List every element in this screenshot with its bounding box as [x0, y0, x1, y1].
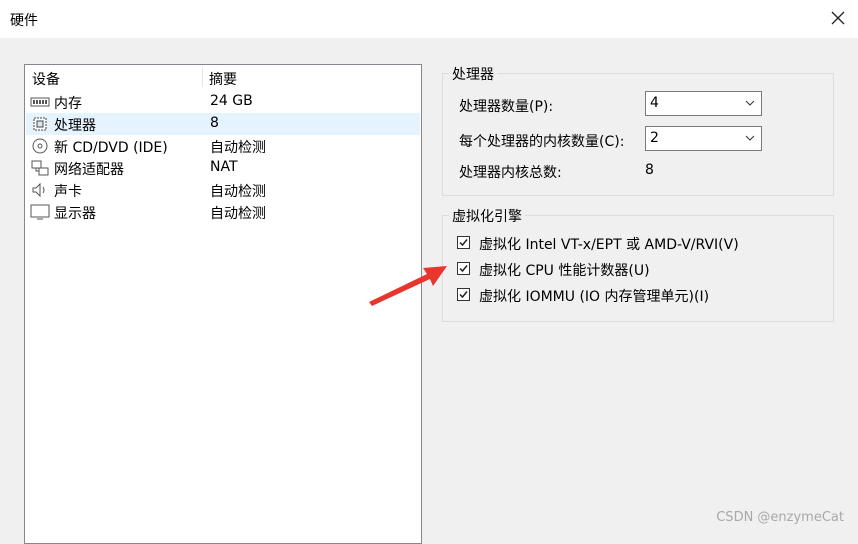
device-row-memory[interactable]: 内存 24 GB — [26, 91, 420, 113]
processors-group: 处理器 处理器数量(P): 4 每个处理器的内核数量(C): 2 处理器内核总数… — [442, 64, 834, 196]
device-name: 网络适配器 — [54, 162, 124, 178]
device-summary: 自动检测 — [210, 140, 266, 156]
device-summary: 24 GB — [210, 93, 253, 109]
cd-dvd-icon — [32, 138, 48, 154]
processors-legend: 处理器 — [449, 64, 497, 84]
checkmark-icon — [459, 265, 468, 273]
device-summary: 自动检测 — [210, 206, 266, 222]
device-name: 处理器 — [54, 118, 96, 134]
device-summary: 8 — [210, 115, 219, 131]
device-name: 显示器 — [54, 206, 96, 222]
total-cores-value: 8 — [645, 162, 654, 178]
processor-count-value: 4 — [650, 95, 659, 111]
checkmark-icon — [459, 239, 468, 247]
processor-icon — [33, 117, 47, 131]
close-icon[interactable] — [826, 6, 850, 30]
virtualize-iommu-checkbox[interactable] — [457, 288, 470, 301]
device-row-display[interactable]: 显示器 自动检测 — [26, 201, 420, 223]
processor-count-select[interactable]: 4 — [645, 91, 762, 116]
title-bar: 硬件 — [0, 0, 858, 38]
cores-per-processor-select[interactable]: 2 — [645, 126, 762, 151]
virtualization-engine-group: 虚拟化引擎 虚拟化 Intel VT-x/EPT 或 AMD-V/RVI(V) … — [442, 206, 834, 322]
column-divider[interactable] — [202, 67, 203, 87]
device-name: 声卡 — [54, 184, 82, 200]
virtualize-iommu-label: 虚拟化 IOMMU (IO 内存管理单元)(I) — [479, 289, 710, 305]
memory-icon — [30, 97, 50, 107]
speaker-icon — [32, 182, 45, 198]
watermark: CSDN @enzymeCat — [716, 510, 844, 525]
virtualize-vtx-checkbox[interactable] — [457, 236, 470, 249]
annotation-arrow-icon — [369, 266, 447, 306]
column-header-summary[interactable]: 摘要 — [209, 69, 237, 89]
chevron-down-icon — [745, 135, 755, 141]
column-header-device[interactable]: 设备 — [32, 69, 60, 89]
cores-per-processor-value: 2 — [650, 130, 659, 146]
cores-per-processor-label: 每个处理器的内核数量(C): — [459, 134, 625, 150]
virtualize-vtx-label: 虚拟化 Intel VT-x/EPT 或 AMD-V/RVI(V) — [479, 237, 739, 253]
virtualize-cpu-counters-label: 虚拟化 CPU 性能计数器(U) — [479, 263, 650, 279]
chevron-down-icon — [745, 100, 755, 106]
device-name: 新 CD/DVD (IDE) — [54, 140, 168, 156]
device-row-sound-card[interactable]: 声卡 自动检测 — [26, 179, 420, 201]
virtualize-cpu-counters-checkbox[interactable] — [457, 262, 470, 275]
device-row-processor[interactable]: 处理器 8 — [26, 113, 420, 135]
processor-count-label: 处理器数量(P): — [459, 99, 554, 115]
total-cores-label: 处理器内核总数: — [459, 165, 562, 181]
window-title: 硬件 — [10, 13, 38, 29]
checkmark-icon — [459, 291, 468, 299]
device-summary: NAT — [210, 159, 238, 175]
device-list[interactable]: 设备 摘要 内存 24 GB 处理器 8 新 CD/DVD (IDE) 自动检测 — [24, 64, 422, 544]
device-row-network[interactable]: 网络适配器 NAT — [26, 157, 420, 179]
monitor-icon — [30, 204, 50, 220]
virtualization-engine-legend: 虚拟化引擎 — [449, 206, 525, 226]
device-row-cd-dvd[interactable]: 新 CD/DVD (IDE) 自动检测 — [26, 135, 420, 157]
device-name: 内存 — [54, 96, 82, 112]
device-summary: 自动检测 — [210, 184, 266, 200]
network-icon — [31, 160, 49, 176]
